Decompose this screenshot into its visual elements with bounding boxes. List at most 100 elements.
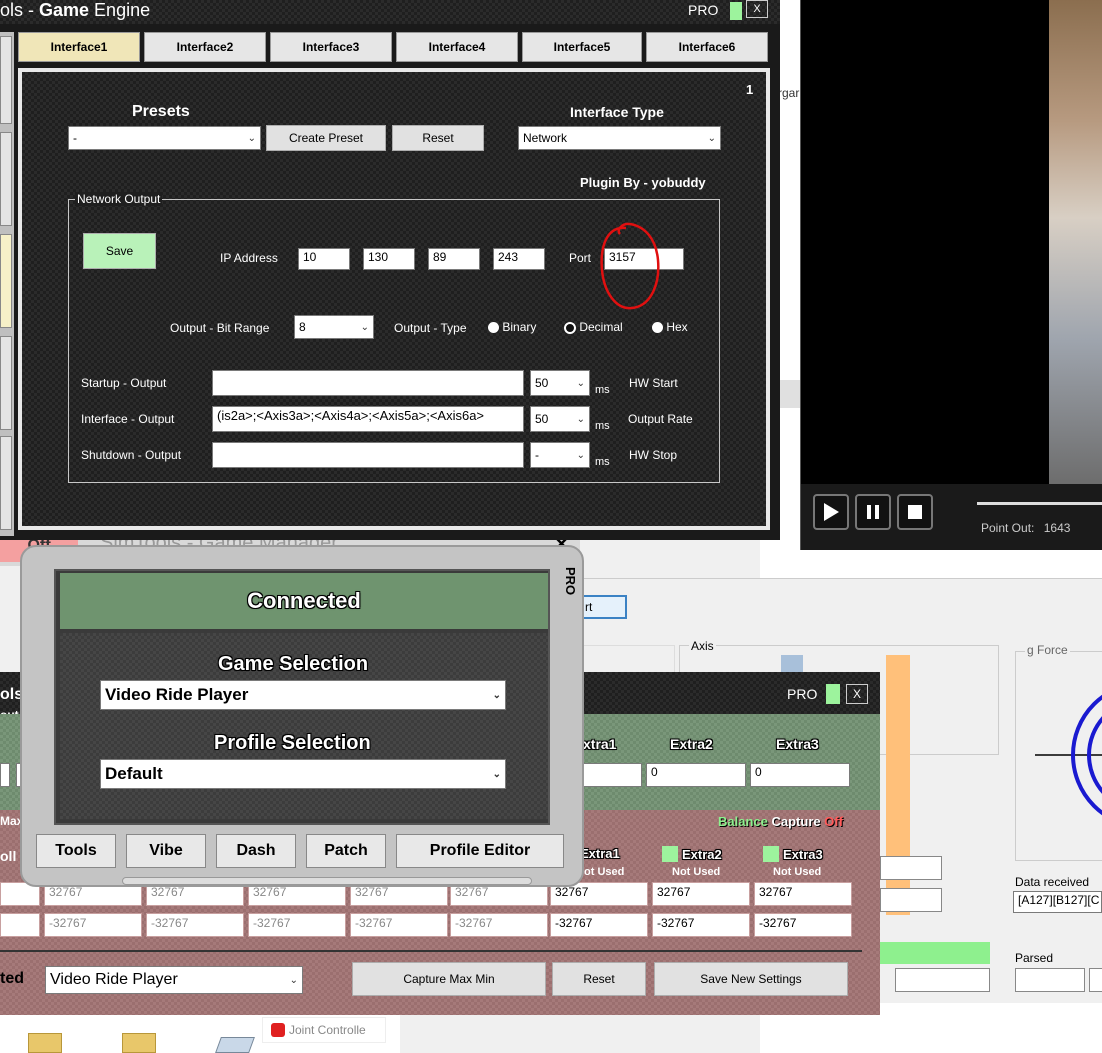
parsed-field-2	[1089, 968, 1102, 992]
g-force-target-icon	[1035, 694, 1102, 816]
shutdown-ms-select[interactable]: - ⌄	[530, 442, 590, 468]
tab-interface5[interactable]: Interface5	[522, 32, 642, 62]
taskbar-item[interactable]: Joint Controlle	[262, 1017, 386, 1043]
min-cell[interactable]: -32767	[652, 913, 750, 937]
extra3-checkbox[interactable]	[763, 846, 779, 862]
divider	[0, 950, 862, 952]
interface-ms-select[interactable]: 50 ⌄	[530, 406, 590, 432]
pause-button[interactable]	[855, 494, 891, 530]
interface-output-input[interactable]: (is2a>;<Axis3a>;<Axis4a>;<Axis5a>;<Axis6…	[212, 406, 524, 432]
save-button[interactable]: Save	[83, 233, 156, 269]
min-cell[interactable]: -32767	[350, 913, 448, 937]
close-button[interactable]: X	[746, 0, 768, 18]
min-cell[interactable]: -32767	[44, 913, 142, 937]
min-cell[interactable]	[0, 913, 40, 937]
shutdown-output-input[interactable]	[212, 442, 524, 468]
tools-button[interactable]: Tools	[36, 834, 116, 868]
game-select[interactable]: Video Ride Player ⌄	[45, 966, 303, 994]
profile-selection-select[interactable]: Default ⌄	[100, 759, 506, 789]
extra1-input[interactable]	[580, 763, 642, 787]
hw-start-label: HW Start	[629, 376, 678, 390]
side-button[interactable]	[0, 436, 12, 530]
min-cell[interactable]: -32767	[754, 913, 852, 937]
side-button[interactable]	[0, 36, 12, 124]
shutdown-ms-value: -	[535, 448, 539, 462]
patch-button[interactable]: Patch	[306, 834, 386, 868]
output-type-label: Output - Type	[394, 321, 467, 335]
game-selection-select[interactable]: Video Ride Player ⌄	[100, 680, 506, 710]
binary-radio[interactable]: Binary	[488, 320, 536, 334]
game-engine-window: ols - Game Engine PRO X Interface1 Inter…	[0, 0, 780, 540]
interface-type-value: Network	[523, 131, 568, 145]
side-button[interactable]	[0, 132, 12, 226]
save-new-settings-button[interactable]: Save New Settings	[654, 962, 848, 996]
taskbar: Joint Controlle	[0, 1015, 400, 1053]
tab-interface6[interactable]: Interface6	[646, 32, 768, 62]
point-out-display: Point Out: 1643	[981, 521, 1070, 535]
min-cell[interactable]: -32767	[550, 913, 648, 937]
preset-select[interactable]: - ⌄	[68, 126, 261, 150]
video-player: Point Out: 1643	[800, 0, 1102, 550]
interface-ms-value: 50	[535, 412, 549, 426]
hw-stop-label: HW Stop	[629, 448, 678, 462]
interface-type-select[interactable]: Network ⌄	[518, 126, 721, 150]
side-button[interactable]	[0, 336, 12, 430]
create-preset-button[interactable]: Create Preset	[266, 125, 386, 151]
video-frame	[1049, 0, 1102, 484]
reset-button[interactable]: Reset	[392, 125, 484, 151]
vibe-button[interactable]: Vibe	[126, 834, 206, 868]
tab-interface2[interactable]: Interface2	[144, 32, 266, 62]
g-force-label: g Force	[1025, 643, 1070, 657]
pro-label: PRO	[787, 686, 818, 702]
tab-interface1[interactable]: Interface1	[18, 32, 140, 62]
hex-radio[interactable]: Hex	[652, 320, 688, 334]
min-cell[interactable]: -32767	[146, 913, 244, 937]
tab-interface3[interactable]: Interface3	[270, 32, 392, 62]
seek-bar[interactable]	[977, 502, 1102, 505]
side-button[interactable]	[0, 234, 12, 328]
scroll-handle[interactable]	[122, 877, 532, 885]
folder-icon[interactable]	[28, 1033, 62, 1053]
tab-interface4[interactable]: Interface4	[396, 32, 518, 62]
green-status-bar	[880, 942, 990, 964]
decimal-radio[interactable]: Decimal	[564, 320, 623, 334]
extra3-input[interactable]: 0	[750, 763, 850, 787]
capture-max-min-button[interactable]: Capture Max Min	[352, 962, 546, 996]
pro-indicator	[826, 684, 840, 704]
bit-range-label: Output - Bit Range	[170, 321, 270, 335]
startup-output-input[interactable]	[212, 370, 524, 396]
plugin-by-label: Plugin By - yobuddy	[580, 175, 706, 190]
ip-octet-2[interactable]: 130	[363, 248, 415, 270]
play-button[interactable]	[813, 494, 849, 530]
output-rate-label: Output Rate	[628, 412, 693, 426]
not-used-label: Not Used	[773, 866, 822, 878]
ip-octet-4[interactable]: 243	[493, 248, 545, 270]
bit-range-select[interactable]: 8 ⌄	[294, 315, 374, 339]
min-cell[interactable]: -32767	[248, 913, 346, 937]
close-button[interactable]: X	[846, 684, 868, 704]
min-cell[interactable]: -32767	[450, 913, 548, 937]
ip-octet-3[interactable]: 89	[428, 248, 480, 270]
stop-button[interactable]	[897, 494, 933, 530]
min-row: -32767 -32767 -32767 -32767 -32767 -3276…	[0, 913, 880, 939]
profile-editor-button[interactable]: Profile Editor	[396, 834, 564, 868]
dash-button[interactable]: Dash	[216, 834, 296, 868]
max-cell[interactable]: 32767	[754, 882, 852, 906]
ip-octet-1[interactable]: 10	[298, 248, 350, 270]
reset-button[interactable]: Reset	[552, 962, 646, 996]
max-cell[interactable]: 32767	[652, 882, 750, 906]
extra2-input[interactable]: 0	[646, 763, 746, 787]
extra3-toggle[interactable]: Extra3	[763, 846, 823, 862]
extra2-checkbox[interactable]	[662, 846, 678, 862]
notepad-icon[interactable]	[215, 1037, 255, 1053]
extra-value-input[interactable]	[0, 763, 10, 787]
game-selection-value: Video Ride Player	[105, 685, 249, 704]
pro-label: PRO	[688, 2, 719, 18]
extra2-toggle[interactable]: Extra2	[662, 846, 722, 862]
pause-icon	[867, 505, 879, 519]
startup-ms-select[interactable]: 50 ⌄	[530, 370, 590, 396]
chevron-down-icon: ⌄	[360, 321, 369, 333]
folder-icon[interactable]	[122, 1033, 156, 1053]
shutdown-output-label: Shutdown - Output	[81, 448, 182, 462]
extra1-toggle[interactable]: Extra1	[580, 846, 620, 861]
